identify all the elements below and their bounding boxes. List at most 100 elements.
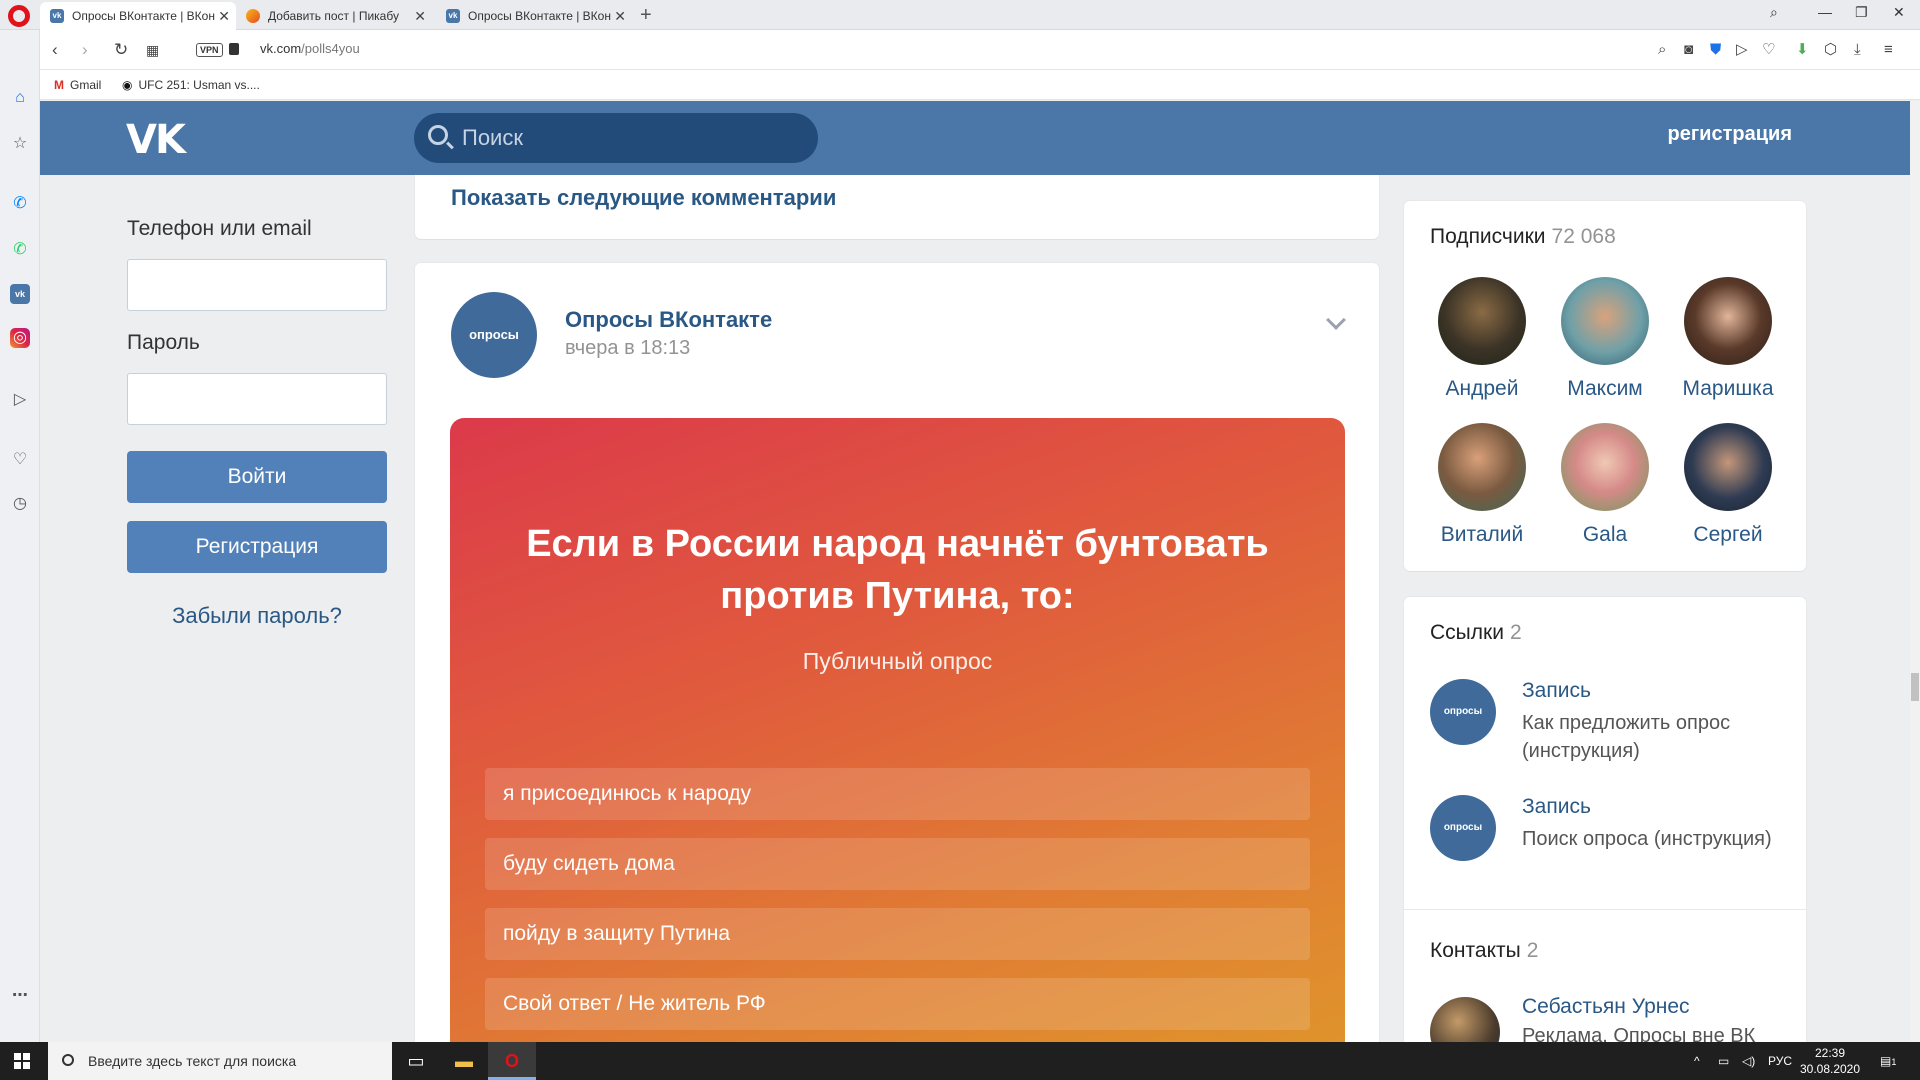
bookmark-ufc[interactable]: ◉ UFC 251: Usman vs....	[122, 78, 260, 92]
vk-sidebar-icon[interactable]: vk	[10, 284, 30, 304]
forgot-password-link[interactable]: Забыли пароль?	[127, 603, 387, 629]
contact-avatar[interactable]	[1430, 997, 1500, 1042]
url-domain: vk.com	[260, 41, 302, 56]
chevron-down-icon[interactable]	[1326, 310, 1346, 330]
link-title[interactable]: Запись	[1522, 679, 1591, 703]
history-icon[interactable]: ◷	[10, 494, 30, 514]
avatar-text: опросы	[1443, 822, 1483, 833]
bookmarks-icon[interactable]: ☆	[10, 134, 30, 154]
vpn-badge[interactable]: VPN	[196, 43, 223, 57]
tray-chevron-icon[interactable]: ^	[1694, 1054, 1700, 1068]
vk-page: Телефон или email Пароль Войти Регистрац…	[40, 175, 1910, 1042]
close-tab-icon[interactable]: ✕	[218, 2, 230, 30]
poll-option[interactable]: Свой ответ / Не житель РФ	[485, 978, 1310, 1030]
send-icon[interactable]: ▷	[1736, 40, 1748, 60]
subscriber-avatar	[1684, 423, 1772, 511]
subscriber[interactable]: Андрей	[1421, 277, 1543, 401]
language-indicator[interactable]: РУС	[1768, 1054, 1792, 1068]
new-tab-button[interactable]: +	[640, 2, 652, 28]
post-avatar[interactable]: опросы	[451, 292, 537, 378]
subscriber[interactable]: Gala	[1544, 423, 1666, 547]
link-title[interactable]: Запись	[1522, 795, 1591, 819]
task-view-icon[interactable]: ▭	[392, 1042, 440, 1080]
taskbar-search[interactable]: Введите здесь текст для поиска	[48, 1042, 392, 1080]
zoom-icon[interactable]: ⌕	[1658, 40, 1666, 60]
clock[interactable]: 22:39 30.08.2020	[1790, 1045, 1870, 1077]
instagram-icon[interactable]: ◎	[10, 328, 30, 348]
reload-icon[interactable]: ↻	[114, 40, 128, 60]
close-tab-icon[interactable]: ✕	[414, 2, 426, 30]
download-extension-icon[interactable]: ⬇	[1796, 40, 1809, 60]
contact-name[interactable]: Себастьян Урнес	[1522, 995, 1690, 1019]
opera-taskbar-icon[interactable]: O	[488, 1042, 536, 1080]
tab-search-icon[interactable]: ⌕	[1770, 4, 1778, 21]
home-icon[interactable]: ⌂	[10, 88, 30, 108]
register-button[interactable]: Регистрация	[127, 521, 387, 573]
scrollbar-thumb[interactable]	[1911, 673, 1919, 701]
links-title[interactable]: Ссылки 2	[1430, 621, 1522, 645]
subscriber[interactable]: Виталий	[1421, 423, 1543, 547]
password-field[interactable]	[127, 373, 387, 425]
poll-option[interactable]: я присоединюсь к народу	[485, 768, 1310, 820]
subscribers-title[interactable]: Подписчики 72 068	[1430, 225, 1616, 249]
tab-title: Опросы ВКонтакте | ВКон	[468, 9, 611, 23]
browser-tab[interactable]: Добавить пост | Пикабу ✕	[236, 2, 432, 30]
whatsapp-icon[interactable]: ✆	[10, 240, 30, 260]
clock-date: 30.08.2020	[1799, 1062, 1861, 1076]
subscriber-name: Виталий	[1440, 523, 1524, 546]
file-explorer-icon[interactable]: ▬	[440, 1042, 488, 1080]
opera-sidebar: ⌂ ☆ ✆ ✆ vk ◎ ▷ ♡ ◷ ⋯	[0, 30, 40, 1042]
address-bar: ‹ › ↻ ▦ VPN vk.com/polls4you ⌕ ◙ ⛊ ▷ ♡ ⬇…	[32, 30, 1920, 70]
network-icon[interactable]: ▭	[1718, 1054, 1729, 1068]
browser-tab[interactable]: vk Опросы ВКонтакте | ВКон ✕	[40, 2, 236, 30]
bookmark-gmail[interactable]: M Gmail	[54, 78, 101, 92]
restore-button[interactable]: ❐	[1855, 4, 1868, 21]
snapshot-icon[interactable]: ◙	[1684, 40, 1693, 60]
login-button[interactable]: Войти	[127, 451, 387, 503]
notifications-icon[interactable]: ▤1	[1880, 1054, 1896, 1068]
easy-setup-icon[interactable]: ≡	[1884, 40, 1893, 60]
phone-email-field[interactable]	[127, 259, 387, 311]
search-input[interactable]	[462, 113, 802, 163]
browser-tab[interactable]: vk Опросы ВКонтакте | ВКон ✕	[436, 2, 632, 30]
opera-menu-icon[interactable]	[8, 5, 30, 27]
password-label: Пароль	[127, 331, 200, 354]
subscriber[interactable]: Максим	[1544, 277, 1666, 401]
minimize-button[interactable]: —	[1818, 4, 1832, 20]
poll-question: Если в России народ начнёт бунтовать про…	[526, 523, 1269, 617]
subscriber-avatar	[1561, 423, 1649, 511]
messenger-icon[interactable]: ✆	[10, 194, 30, 214]
post-author-link[interactable]: Опросы ВКонтакте	[565, 307, 772, 333]
speed-dial-icon[interactable]: ▦	[146, 40, 159, 60]
subscriber[interactable]: Сергей	[1667, 423, 1789, 547]
close-tab-icon[interactable]: ✕	[614, 2, 626, 30]
adblock-shield-icon[interactable]: ⛊	[1710, 40, 1721, 60]
back-icon[interactable]: ‹	[52, 40, 58, 60]
poll: Если в России народ начнёт бунтовать про…	[450, 418, 1345, 1042]
link-avatar: опросы	[1430, 679, 1496, 745]
poll-option[interactable]: пойду в защиту Путина	[485, 908, 1310, 960]
subscriber[interactable]: Маришка	[1667, 277, 1789, 401]
bookmark-label: UFC 251: Usman vs....	[138, 78, 260, 92]
volume-icon[interactable]: ◁)	[1742, 1054, 1755, 1068]
close-window-button[interactable]: ✕	[1893, 4, 1905, 21]
windows-start-icon[interactable]	[14, 1053, 30, 1069]
personal-news-heart-icon[interactable]: ♡	[10, 450, 30, 470]
heart-icon[interactable]: ♡	[1762, 40, 1775, 60]
downloads-icon[interactable]: ⤓	[1854, 40, 1861, 60]
vk-logo[interactable]: VK	[126, 117, 186, 163]
more-icon[interactable]: ⋯	[10, 986, 30, 1006]
page-scrollbar[interactable]	[1910, 101, 1920, 1042]
flow-send-icon[interactable]: ▷	[10, 390, 30, 410]
header-register-link[interactable]: регистрация	[1668, 123, 1792, 146]
contacts-title[interactable]: Контакты 2	[1430, 939, 1538, 963]
cube-icon[interactable]: ⬡	[1824, 40, 1837, 60]
lock-icon[interactable]	[229, 43, 239, 55]
show-more-comments-link[interactable]: Показать следующие комментарии	[451, 185, 836, 211]
subscriber-name: Максим	[1567, 377, 1643, 400]
browser-tab-bar: vk Опросы ВКонтакте | ВКон ✕ Добавить по…	[0, 0, 1920, 30]
url-field[interactable]: vk.com/polls4you	[260, 41, 360, 56]
forward-icon[interactable]: ›	[82, 40, 88, 60]
post-time[interactable]: вчера в 18:13	[565, 337, 690, 360]
poll-option[interactable]: буду сидеть дома	[485, 838, 1310, 890]
